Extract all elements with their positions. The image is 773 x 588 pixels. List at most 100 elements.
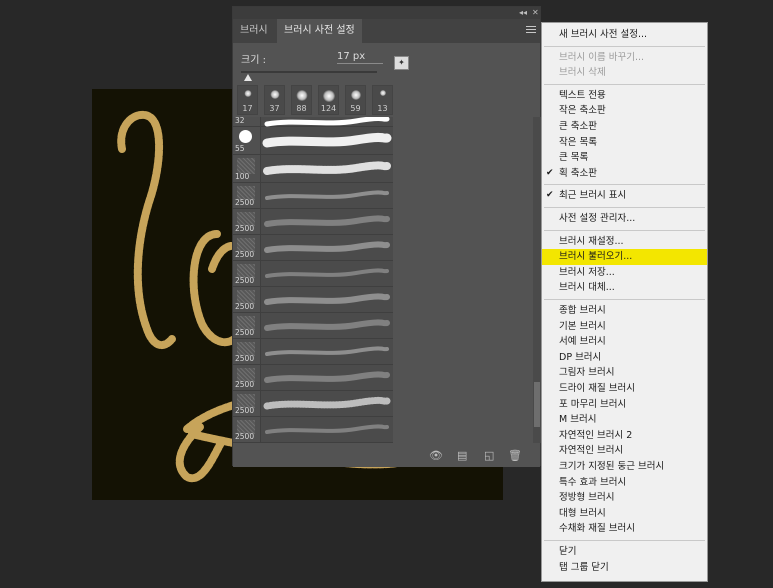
menu-item-label: 닫기 xyxy=(559,546,577,557)
menu-item[interactable]: 크기가 지정된 둥근 브러시 xyxy=(542,459,707,475)
stroke-preview xyxy=(260,339,393,364)
stroke-path xyxy=(262,132,392,148)
panel-title-bar[interactable]: ◂◂ ✕ xyxy=(233,7,540,19)
brush-tip-icon: 2500 xyxy=(233,261,260,286)
brush-tip-icon: 2500 xyxy=(233,209,260,234)
size-label: 크기 : xyxy=(241,55,266,66)
recent-brush-thumbnail[interactable]: 37 xyxy=(264,85,285,115)
menu-item[interactable]: ✔ 획 축소판 xyxy=(542,166,707,182)
brush-preset-row[interactable]: 2500 xyxy=(233,209,393,235)
panel-menu-icon[interactable] xyxy=(526,24,536,36)
menu-item-label: 브러시 대체... xyxy=(559,282,615,294)
tab-brush[interactable]: 브러시 xyxy=(233,19,275,43)
recent-brush-thumbnail[interactable]: 13 xyxy=(372,85,393,115)
menu-item[interactable]: 수채화 재질 브러시 xyxy=(542,521,707,537)
list-scrollbar[interactable] xyxy=(533,117,541,443)
menu-item-label: 대형 브러시 xyxy=(559,507,606,519)
menu-item[interactable]: 브러시 재설정... xyxy=(542,234,707,250)
brush-size-label: 88 xyxy=(296,104,307,113)
brush-preset-row[interactable]: 2500 xyxy=(233,365,393,391)
menu-item[interactable]: 자연적인 브러시 2 xyxy=(542,428,707,444)
stroke-path xyxy=(265,424,389,434)
brush-panel-icon[interactable]: ▤ xyxy=(457,449,467,462)
size-slider[interactable] xyxy=(241,71,377,73)
brush-size-label: 59 xyxy=(350,104,361,113)
stroke-path xyxy=(263,396,391,410)
collapse-icon[interactable]: ◂◂ xyxy=(519,7,527,19)
menu-item-label: 서예 브러시 xyxy=(559,336,606,348)
menu-item[interactable]: 브러시 저장... xyxy=(542,265,707,281)
menu-item[interactable]: 포 마무리 브러시 xyxy=(542,397,707,413)
menu-item[interactable]: 대형 브러시 xyxy=(542,506,707,522)
menu-item[interactable]: 큰 목록 xyxy=(542,150,707,166)
brush-preset-row[interactable]: 2500 xyxy=(233,261,393,287)
stroke-path xyxy=(264,293,390,305)
checkmark-icon: ✔ xyxy=(546,167,554,178)
brush-preset-row[interactable]: 32 xyxy=(233,117,393,127)
brush-tip-icon: 2500 xyxy=(233,365,260,390)
menu-item[interactable]: 브러시 대체... xyxy=(542,280,707,296)
trash-icon[interactable]: 🗑 xyxy=(508,449,522,462)
menu-item[interactable]: M 브러시 xyxy=(542,412,707,428)
recent-brush-thumbnail[interactable]: 17 xyxy=(237,85,258,115)
stroke-preview xyxy=(260,313,393,338)
stroke-path xyxy=(264,117,390,127)
menu-item[interactable]: 그림자 브러시 xyxy=(542,365,707,381)
menu-item[interactable]: DP 브러시 xyxy=(542,350,707,366)
menu-item[interactable]: 사전 설정 관리자... xyxy=(542,211,707,227)
stroke-path xyxy=(263,161,391,175)
brush-size-label: 2500 xyxy=(235,302,255,311)
brush-preset-row[interactable]: 2500 xyxy=(233,183,393,209)
brush-size-label: 17 xyxy=(242,104,253,113)
brush-preset-row[interactable]: 2500 xyxy=(233,391,393,417)
recent-brush-thumbnail[interactable]: 124 xyxy=(318,85,339,115)
menu-item[interactable]: 큰 축소판 xyxy=(542,119,707,135)
menu-item[interactable]: 특수 효과 브러시 xyxy=(542,475,707,491)
menu-item[interactable]: 정방형 브러시 xyxy=(542,490,707,506)
brush-size-label: 32 xyxy=(235,117,245,125)
menu-item[interactable]: 작은 목록 xyxy=(542,135,707,151)
menu-item[interactable]: 탭 그룹 닫기 xyxy=(542,560,707,576)
menu-item[interactable]: 서예 브러시 xyxy=(542,334,707,350)
size-slider-thumb[interactable] xyxy=(243,74,252,81)
menu-item[interactable]: 닫기 xyxy=(542,544,707,560)
brush-preset-row[interactable]: 2500 xyxy=(233,313,393,339)
brush-preset-row[interactable]: 2500 xyxy=(233,287,393,313)
menu-item-label: 드라이 재질 브러시 xyxy=(559,383,635,394)
close-icon[interactable]: ✕ xyxy=(532,7,539,19)
eye-icon[interactable]: 👁 xyxy=(429,449,443,462)
tab-brush-presets[interactable]: 브러시 사전 설정 xyxy=(277,19,362,43)
brush-preset-row[interactable]: 2500 xyxy=(233,235,393,261)
stroke-path xyxy=(264,241,390,253)
scrollbar-thumb[interactable] xyxy=(534,382,540,427)
stroke-preview xyxy=(260,155,393,182)
brush-tip-icon: 2500 xyxy=(233,183,260,208)
create-new-preset-icon[interactable]: ✦ xyxy=(394,56,409,70)
brush-preset-row[interactable]: 55 xyxy=(233,127,393,155)
menu-item[interactable]: 작은 축소판 xyxy=(542,103,707,119)
stroke-path xyxy=(265,346,389,356)
menu-item[interactable]: 기본 브러시 xyxy=(542,319,707,335)
brush-tip-icon xyxy=(322,90,335,102)
menu-item[interactable]: 새 브러시 사전 설정... xyxy=(542,27,707,43)
brush-preset-row[interactable]: 2500 xyxy=(233,339,393,365)
menu-item-label: 브러시 저장... xyxy=(559,266,615,278)
recent-brush-thumbnail[interactable]: 88 xyxy=(291,85,312,115)
new-preset-icon[interactable]: ◱ xyxy=(484,449,494,462)
stroke-path xyxy=(264,215,390,227)
menu-item[interactable]: 드라이 재질 브러시 xyxy=(542,381,707,397)
menu-item[interactable]: 텍스트 전용 xyxy=(542,88,707,104)
menu-item[interactable]: 종합 브러시 xyxy=(542,303,707,319)
menu-item[interactable]: ✔ 최근 브러시 표시 xyxy=(542,188,707,204)
size-input[interactable]: 17 px xyxy=(337,51,383,64)
brush-size-label: 2500 xyxy=(235,432,255,441)
menu-item[interactable]: 자연적인 브러시 xyxy=(542,443,707,459)
stroke-path xyxy=(265,190,389,200)
brush-preset-row[interactable]: 2500 xyxy=(233,417,393,443)
menu-separator xyxy=(544,207,705,208)
stroke-preview xyxy=(260,127,393,154)
menu-item-label: 브러시 재설정... xyxy=(559,235,624,247)
recent-brush-thumbnail[interactable]: 59 xyxy=(345,85,366,115)
brush-preset-row[interactable]: 100 xyxy=(233,155,393,183)
menu-item[interactable]: 브러시 불러오기... xyxy=(542,249,707,265)
